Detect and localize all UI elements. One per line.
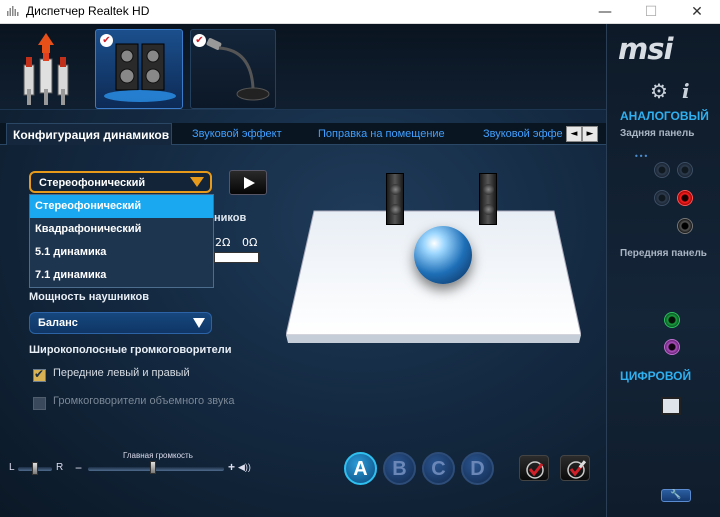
front-jack-green[interactable] bbox=[664, 312, 680, 328]
surround-checkbox[interactable] bbox=[33, 397, 46, 410]
option-5-1[interactable]: 5.1 динамика bbox=[30, 241, 213, 264]
title-bar: Диспетчер Realtek HD — ☐ ✕ bbox=[0, 0, 720, 24]
speaker-config-options: Стереофонический Квадрафонический 5.1 ди… bbox=[29, 194, 214, 288]
maximize-button[interactable]: ☐ bbox=[628, 0, 674, 24]
tab-scroll-left-button[interactable]: ◄ bbox=[566, 126, 582, 142]
front-right-speaker[interactable] bbox=[479, 173, 497, 225]
balance-slider-thumb[interactable] bbox=[32, 462, 38, 475]
volume-minus-icon: − bbox=[75, 461, 83, 475]
play-icon bbox=[244, 177, 255, 189]
apply-check-button[interactable] bbox=[519, 455, 549, 481]
balance-left-label: L bbox=[9, 462, 15, 473]
tab-scroll-right-button[interactable]: ► bbox=[582, 126, 598, 142]
window-title: Диспетчер Realtek HD bbox=[26, 4, 150, 18]
speaker-cone-icon bbox=[390, 204, 401, 215]
speaker-cone-icon bbox=[483, 184, 494, 195]
profile-c-button[interactable]: C bbox=[422, 452, 455, 485]
rca-jacks-icon bbox=[23, 33, 69, 105]
minimize-button[interactable]: — bbox=[582, 0, 628, 24]
front-panel-label: Передняя панель bbox=[620, 248, 707, 259]
info-icon[interactable]: i bbox=[682, 79, 690, 103]
front-jack-pink[interactable] bbox=[664, 339, 680, 355]
rear-jack-3[interactable] bbox=[654, 190, 670, 206]
profile-b-button[interactable]: B bbox=[383, 452, 416, 485]
speakers-icon bbox=[104, 43, 176, 102]
check-icon bbox=[526, 461, 544, 479]
rear-jack-black[interactable] bbox=[677, 218, 693, 234]
impedance-value-a: 2Ω bbox=[215, 236, 231, 249]
balance-right-label: R bbox=[56, 462, 64, 473]
device-speakers[interactable]: ✔ bbox=[95, 29, 183, 109]
check-edit-icon bbox=[567, 460, 587, 479]
close-button[interactable]: ✕ bbox=[674, 0, 720, 24]
option-quad[interactable]: Квадрафонический bbox=[30, 218, 213, 241]
analog-heading: АНАЛОГОВЫЙ bbox=[620, 109, 709, 123]
front-left-speaker[interactable] bbox=[386, 173, 404, 225]
rear-jack-1[interactable] bbox=[654, 162, 670, 178]
headphone-power-dropdown[interactable]: Баланс bbox=[29, 312, 212, 334]
play-test-button[interactable] bbox=[229, 170, 267, 195]
connector-dots: ••• bbox=[634, 152, 649, 161]
listener-sphere bbox=[414, 226, 472, 284]
tab-bar: Конфигурация динамиков Звуковой эффект П… bbox=[0, 123, 606, 145]
gear-icon[interactable]: ⚙ bbox=[650, 79, 668, 104]
option-stereo[interactable]: Стереофонический bbox=[30, 195, 213, 218]
dropdown-arrow-icon bbox=[193, 318, 205, 328]
headphone-power-label: Мощность наушников bbox=[29, 291, 150, 303]
impedance-value-b: 0Ω bbox=[242, 236, 258, 249]
fullrange-label: Широкополосные громкоговорители bbox=[29, 344, 232, 356]
speaker-config-selected: Стереофонический bbox=[39, 177, 146, 189]
tab-sound-effect[interactable]: Звуковой эффект bbox=[192, 123, 282, 145]
reset-check-button[interactable] bbox=[560, 455, 590, 481]
rear-panel-label: Задняя панель bbox=[620, 128, 695, 139]
surround-label: Громкоговорители объемного звука bbox=[53, 395, 235, 407]
impedance-bar[interactable] bbox=[214, 252, 259, 263]
volume-plus-icon: + bbox=[228, 460, 236, 474]
option-7-1[interactable]: 7.1 динамика bbox=[30, 264, 213, 287]
front-lr-label: Передние левый и правый bbox=[53, 367, 190, 379]
device-microphone[interactable]: ✔ bbox=[190, 29, 276, 109]
wrench-settings-button[interactable]: 🔧 bbox=[661, 489, 691, 502]
profile-a-button[interactable]: A bbox=[344, 452, 377, 485]
dropdown-arrow-icon bbox=[190, 177, 204, 187]
realtek-speaker-icon bbox=[7, 6, 19, 16]
device-strip bbox=[0, 24, 606, 110]
speaker-cone-icon bbox=[483, 204, 494, 215]
speaker-volume-icon[interactable]: ◀)) bbox=[238, 462, 251, 473]
rear-jack-red[interactable] bbox=[677, 190, 693, 206]
speaker-cone-icon bbox=[390, 184, 401, 195]
front-lr-checkbox[interactable] bbox=[33, 367, 46, 382]
profile-d-button[interactable]: D bbox=[461, 452, 494, 485]
rear-jack-2[interactable] bbox=[677, 162, 693, 178]
tab-speaker-config[interactable]: Конфигурация динамиков bbox=[6, 123, 172, 145]
speaker-config-dropdown[interactable]: Стереофонический bbox=[29, 171, 212, 193]
digital-port-icon[interactable] bbox=[661, 397, 681, 415]
master-volume-thumb[interactable] bbox=[150, 461, 157, 474]
tab-sound-effect-2[interactable]: Звуковой эффе bbox=[483, 123, 563, 145]
msi-logo: msi bbox=[618, 32, 673, 66]
device-line-jacks[interactable] bbox=[18, 29, 78, 109]
headphone-power-selected: Баланс bbox=[38, 317, 78, 329]
tab-room-correction[interactable]: Поправка на помещение bbox=[318, 123, 445, 145]
digital-heading: ЦИФРОВОЙ bbox=[620, 369, 692, 383]
headphone-impedance-label: ников bbox=[214, 212, 247, 224]
master-volume-label: Главная громкость bbox=[123, 451, 193, 460]
microphone-icon bbox=[206, 38, 270, 101]
